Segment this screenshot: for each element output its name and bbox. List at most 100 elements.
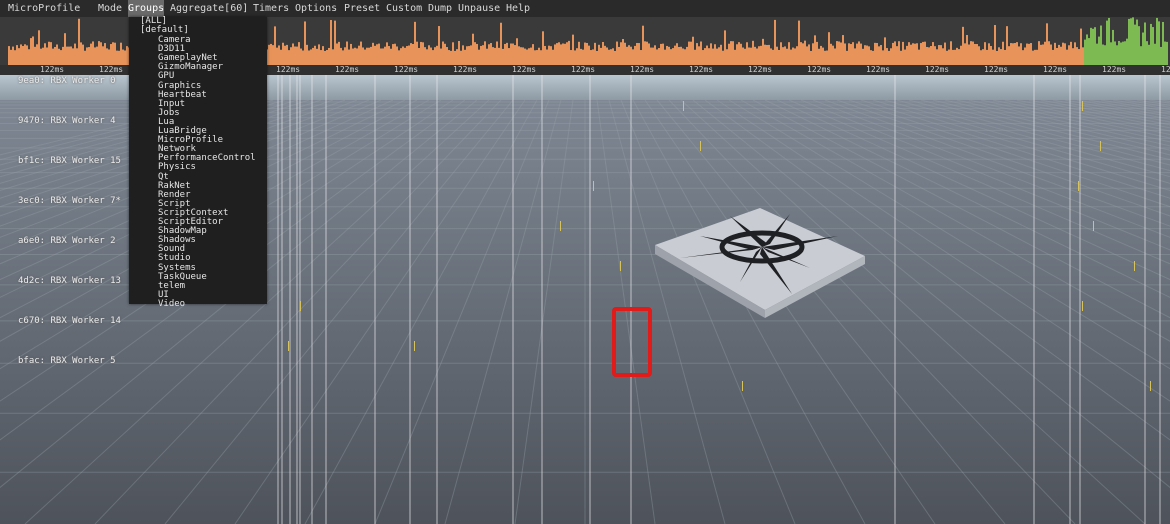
frame-bar xyxy=(638,43,640,65)
frame-bar xyxy=(728,43,730,65)
thread-label[interactable]: 3ec0: RBX Worker 7* xyxy=(18,196,121,206)
frame-bar xyxy=(818,48,820,65)
thread-label[interactable]: 4d2c: RBX Worker 13 xyxy=(18,276,121,286)
menu-preset[interactable]: Preset xyxy=(344,0,380,17)
frame-bar xyxy=(748,47,750,65)
frame-bar xyxy=(776,46,778,65)
menu-aggregate[interactable]: Aggregate[60] xyxy=(170,0,248,17)
frame-bar xyxy=(438,26,440,65)
timer-marker[interactable] xyxy=(1082,301,1083,311)
frame-bar xyxy=(670,49,672,65)
frame-bar xyxy=(1060,46,1062,65)
menu-help[interactable]: Help xyxy=(506,0,530,17)
frame-bar xyxy=(722,50,724,65)
frame-bar xyxy=(328,47,330,65)
menu-options[interactable]: Options xyxy=(295,0,337,17)
timer-marker[interactable] xyxy=(742,381,743,391)
frame-bar xyxy=(12,46,14,65)
menu-groups[interactable]: Groups xyxy=(128,0,165,17)
frame-bar xyxy=(738,42,740,65)
frame-bar xyxy=(780,42,782,65)
frame-bar xyxy=(600,47,602,65)
frame-bar xyxy=(536,50,538,65)
frame-bar xyxy=(1086,34,1088,65)
frame-bar xyxy=(1094,27,1096,65)
frame-bar xyxy=(1072,48,1074,65)
frame-bar xyxy=(694,49,696,65)
frame-bar xyxy=(564,43,566,65)
timer-marker[interactable] xyxy=(683,101,684,111)
timer-marker[interactable] xyxy=(1150,381,1151,391)
menu-unpause[interactable]: Unpause xyxy=(458,0,500,17)
frame-bar xyxy=(300,48,302,65)
timer-marker[interactable] xyxy=(700,141,701,151)
frame-bar xyxy=(866,45,868,65)
frame-bar xyxy=(1132,17,1134,65)
frame-bar xyxy=(462,45,464,65)
frame-bar xyxy=(562,43,564,65)
thread-label[interactable]: 9ea0: RBX Worker 0 xyxy=(18,76,116,86)
thread-label[interactable]: a6e0: RBX Worker 2 xyxy=(18,236,116,246)
frame-bar xyxy=(1012,43,1014,65)
frame-bar xyxy=(352,48,354,65)
frame-bar xyxy=(1052,49,1054,65)
frame-bar xyxy=(920,43,922,65)
timer-marker[interactable] xyxy=(414,341,415,351)
timer-marker[interactable] xyxy=(620,261,621,271)
frame-bar xyxy=(478,49,480,65)
timer-marker[interactable] xyxy=(300,301,301,311)
frame-bar xyxy=(632,49,634,65)
frame-bar xyxy=(1128,18,1130,66)
frame-bar xyxy=(606,47,608,65)
thread-label[interactable]: bf1c: RBX Worker 15 xyxy=(18,156,121,166)
frame-bar xyxy=(788,42,790,65)
frame-bar xyxy=(966,35,968,65)
thread-label[interactable]: c670: RBX Worker 14 xyxy=(18,316,121,326)
menu-dump[interactable]: Dump xyxy=(428,0,452,17)
group-item-default[interactable]: [default] xyxy=(140,25,189,35)
frame-bar xyxy=(38,30,40,65)
timer-marker[interactable] xyxy=(593,181,594,191)
timer-marker[interactable] xyxy=(1100,141,1101,151)
frame-bar xyxy=(1150,23,1152,65)
frame-bar xyxy=(856,43,858,65)
timer-marker[interactable] xyxy=(1134,261,1135,271)
thread-label[interactable]: 9470: RBX Worker 4 xyxy=(18,116,116,126)
frame-bar xyxy=(836,41,838,65)
frame-bar xyxy=(24,44,26,65)
timer-marker[interactable] xyxy=(288,341,289,351)
frame-bar xyxy=(54,46,56,65)
timer-marker[interactable] xyxy=(1093,221,1094,231)
frame-bar xyxy=(1066,49,1068,65)
timer-marker[interactable] xyxy=(1078,181,1079,191)
frame-bar xyxy=(496,41,498,65)
frame-bar xyxy=(360,41,362,65)
frame-bar xyxy=(530,47,532,65)
frame-bar xyxy=(314,45,316,65)
frame-bar xyxy=(850,44,852,65)
frame-bar xyxy=(648,43,650,65)
frame-bar xyxy=(622,39,624,65)
thread-label[interactable]: bfac: RBX Worker 5 xyxy=(18,356,116,366)
frame-bar xyxy=(276,47,278,65)
timer-marker[interactable] xyxy=(560,221,561,231)
frame-bar xyxy=(338,41,340,65)
frame-bar xyxy=(458,41,460,65)
menu-mode[interactable]: Mode xyxy=(98,0,122,17)
frame-bar xyxy=(1156,17,1158,65)
frame-bar xyxy=(504,43,506,65)
frame-bar xyxy=(710,43,712,65)
frame-bar xyxy=(18,48,20,65)
group-item-video[interactable]: Video xyxy=(158,299,185,309)
frame-bar xyxy=(876,42,878,65)
frame-bar xyxy=(826,50,828,65)
menu-timers[interactable]: Timers xyxy=(253,0,289,17)
frame-bar xyxy=(30,38,32,65)
frame-bar xyxy=(1040,44,1042,65)
menu-custom[interactable]: Custom xyxy=(386,0,422,17)
frame-bar xyxy=(430,47,432,65)
frame-bar xyxy=(910,44,912,65)
frame-bar xyxy=(930,45,932,65)
frame-bar xyxy=(270,43,272,65)
timer-marker[interactable] xyxy=(1082,101,1083,111)
